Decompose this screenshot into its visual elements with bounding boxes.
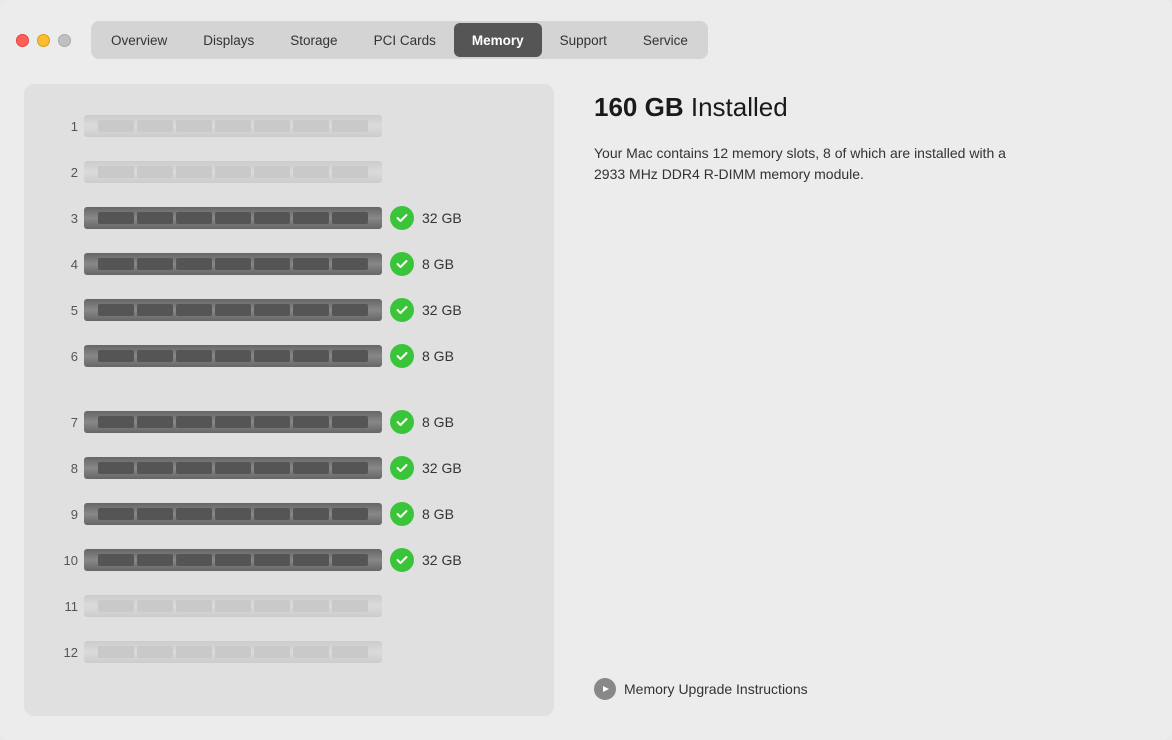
ram-stick-2 <box>88 161 378 183</box>
titlebar: OverviewDisplaysStoragePCI CardsMemorySu… <box>0 0 1172 68</box>
slot-number-8: 8 <box>52 461 78 476</box>
slot-row-5: 5 32 GB <box>52 292 526 328</box>
traffic-lights <box>16 34 71 47</box>
slot-size-3: 32 GB <box>422 210 470 226</box>
ram-stick-7 <box>88 411 378 433</box>
tab-bar: OverviewDisplaysStoragePCI CardsMemorySu… <box>91 21 708 59</box>
window: OverviewDisplaysStoragePCI CardsMemorySu… <box>0 0 1172 740</box>
slot-size-10: 32 GB <box>422 552 470 568</box>
ram-stick-12 <box>88 641 378 663</box>
ram-stick-8 <box>88 457 378 479</box>
installed-label: Installed <box>691 92 788 122</box>
slot-size-4: 8 GB <box>422 256 470 272</box>
tab-service[interactable]: Service <box>625 23 706 57</box>
status-icon-9 <box>390 502 414 526</box>
slot-number-6: 6 <box>52 349 78 364</box>
slot-number-7: 7 <box>52 415 78 430</box>
slot-spacer <box>52 384 526 404</box>
maximize-button[interactable] <box>58 34 71 47</box>
slot-number-3: 3 <box>52 211 78 226</box>
minimize-button[interactable] <box>37 34 50 47</box>
tab-memory[interactable]: Memory <box>454 23 542 57</box>
slot-size-8: 32 GB <box>422 460 470 476</box>
slot-size-7: 8 GB <box>422 414 470 430</box>
main-content: 123 32 GB4 8 GB5 32 GB6 8 GB7 8 GB8 32 G… <box>0 68 1172 740</box>
ram-stick-11 <box>88 595 378 617</box>
slot-number-2: 2 <box>52 165 78 180</box>
slot-size-6: 8 GB <box>422 348 470 364</box>
slot-row-4: 4 8 GB <box>52 246 526 282</box>
slot-row-3: 3 32 GB <box>52 200 526 236</box>
status-icon-5 <box>390 298 414 322</box>
slot-row-8: 8 32 GB <box>52 450 526 486</box>
memory-description: Your Mac contains 12 memory slots, 8 of … <box>594 143 1014 185</box>
tab-storage[interactable]: Storage <box>272 23 355 57</box>
status-icon-6 <box>390 344 414 368</box>
slot-row-1: 1 <box>52 108 526 144</box>
upgrade-link[interactable]: Memory Upgrade Instructions <box>594 678 1148 716</box>
close-button[interactable] <box>16 34 29 47</box>
ram-stick-9 <box>88 503 378 525</box>
memory-slots-panel: 123 32 GB4 8 GB5 32 GB6 8 GB7 8 GB8 32 G… <box>24 84 554 716</box>
ram-stick-3 <box>88 207 378 229</box>
installed-title: 160 GB Installed <box>594 92 1148 123</box>
slot-number-1: 1 <box>52 119 78 134</box>
tab-displays[interactable]: Displays <box>185 23 272 57</box>
slot-number-10: 10 <box>52 553 78 568</box>
slot-row-6: 6 8 GB <box>52 338 526 374</box>
slot-row-2: 2 <box>52 154 526 190</box>
status-icon-8 <box>390 456 414 480</box>
upgrade-link-text: Memory Upgrade Instructions <box>624 681 808 697</box>
slot-number-9: 9 <box>52 507 78 522</box>
slot-number-11: 11 <box>52 599 78 614</box>
ram-stick-6 <box>88 345 378 367</box>
slot-size-5: 32 GB <box>422 302 470 318</box>
slot-row-10: 10 32 GB <box>52 542 526 578</box>
slot-row-12: 12 <box>52 634 526 670</box>
slot-number-4: 4 <box>52 257 78 272</box>
slot-size-9: 8 GB <box>422 506 470 522</box>
slot-row-7: 7 8 GB <box>52 404 526 440</box>
slot-row-9: 9 8 GB <box>52 496 526 532</box>
ram-stick-4 <box>88 253 378 275</box>
status-icon-7 <box>390 410 414 434</box>
ram-stick-10 <box>88 549 378 571</box>
status-icon-3 <box>390 206 414 230</box>
slot-number-5: 5 <box>52 303 78 318</box>
ram-stick-1 <box>88 115 378 137</box>
slot-number-12: 12 <box>52 645 78 660</box>
installed-gb: 160 GB <box>594 92 684 122</box>
tab-overview[interactable]: Overview <box>93 23 185 57</box>
tab-support[interactable]: Support <box>542 23 625 57</box>
ram-stick-5 <box>88 299 378 321</box>
tab-pci-cards[interactable]: PCI Cards <box>356 23 454 57</box>
memory-info-panel: 160 GB Installed Your Mac contains 12 me… <box>586 84 1148 716</box>
slot-row-11: 11 <box>52 588 526 624</box>
status-icon-4 <box>390 252 414 276</box>
status-icon-10 <box>390 548 414 572</box>
upgrade-icon <box>594 678 616 700</box>
